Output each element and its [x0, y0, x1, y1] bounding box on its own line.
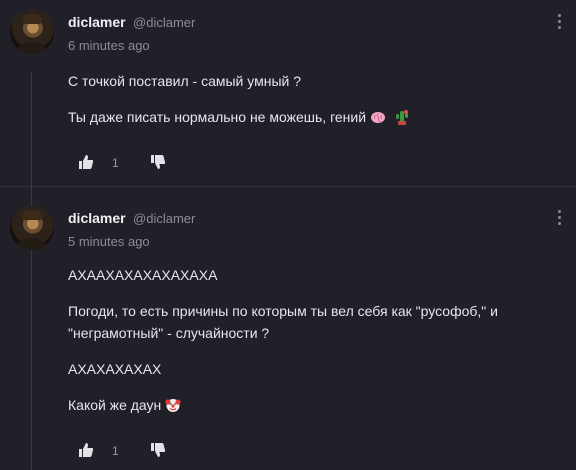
user-handle: @diclamer [133, 15, 196, 30]
comment-body: АХАХАХАХАХ [68, 358, 548, 380]
comment-text: АХААХАХАХАХАХАХА [68, 267, 218, 283]
comment-text: Погоди, то есть причины по которым ты ве… [68, 303, 498, 319]
avatar[interactable] [10, 10, 54, 54]
avatar[interactable] [10, 206, 54, 250]
comment-body: Ты даже писать нормально не можешь, гени… [68, 106, 548, 128]
comment-header: diclamer @diclamer [68, 210, 195, 228]
comment-text: АХАХАХАХАХ [68, 361, 162, 377]
comment-header: diclamer @diclamer [68, 14, 195, 32]
brain-emoji [371, 112, 386, 123]
clown-emoji [165, 399, 181, 412]
username[interactable]: diclamer [68, 210, 126, 226]
cactus-emoji [396, 110, 409, 125]
comment-text: С точкой поставил - самый умный ? [68, 73, 302, 89]
avatar-shirt [16, 42, 48, 54]
thumbs-down-icon[interactable] [150, 442, 166, 458]
comment-body: С точкой поставил - самый умный ? [68, 70, 548, 92]
comment-text: Какой же даун [68, 397, 162, 413]
avatar-hair [22, 210, 42, 220]
user-handle: @diclamer [133, 211, 196, 226]
thread-line [31, 72, 32, 470]
comment-body: АХААХАХАХАХАХАХА [68, 264, 548, 286]
timestamp[interactable]: 6 minutes ago [68, 38, 150, 53]
avatar-hair [22, 14, 42, 24]
avatar-shirt [16, 238, 48, 250]
comment-text: Ты даже писать нормально не можешь, гени… [68, 109, 367, 125]
thumbs-up-icon[interactable] [78, 154, 94, 170]
timestamp[interactable]: 5 minutes ago [68, 234, 150, 249]
comment-text: "неграмотный" - случайности ? [68, 325, 270, 341]
more-options-icon[interactable] [552, 208, 566, 228]
comment-body: Какой же даун [68, 394, 548, 416]
thumbs-up-icon[interactable] [78, 442, 94, 458]
thumbs-down-icon[interactable] [150, 154, 166, 170]
comment-text-line: Ты даже писать нормально не можешь, гени… [68, 106, 548, 128]
comment-divider [0, 186, 576, 187]
comment-text-line: Какой же даун [68, 394, 548, 416]
like-count: 1 [112, 156, 119, 170]
more-options-icon[interactable] [552, 12, 566, 32]
comment-body: Погоди, то есть причины по которым ты ве… [68, 300, 548, 344]
like-count: 1 [112, 444, 119, 458]
username[interactable]: diclamer [68, 14, 126, 30]
